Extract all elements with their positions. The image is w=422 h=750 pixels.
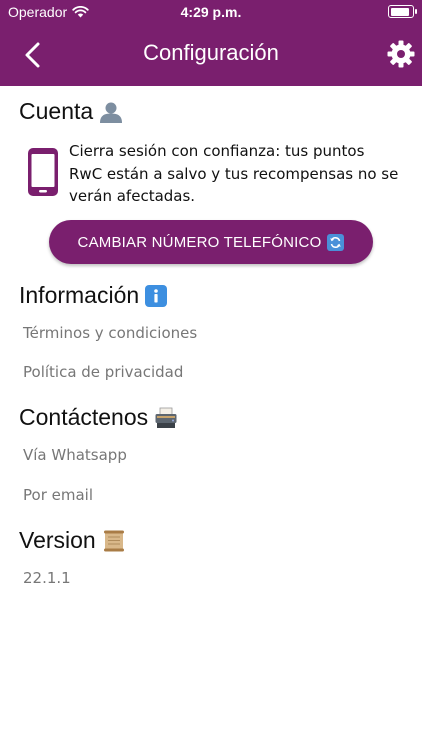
navigation-bar: Configuración <box>0 30 422 80</box>
version-title-text: Version <box>19 527 96 553</box>
email-link[interactable]: Por email <box>23 486 93 504</box>
account-title-text: Cuenta <box>19 98 94 124</box>
settings-button[interactable] <box>386 39 416 69</box>
change-phone-label: CAMBIAR NÚMERO TELEFÓNICO <box>77 233 322 251</box>
account-description: Cierra sesión con confianza: tus puntos … <box>69 142 399 205</box>
info-icon <box>145 284 168 307</box>
status-bar: Operador 4:29 p.m. <box>0 0 422 24</box>
version-section-title: Version <box>19 527 126 554</box>
scroll-icon <box>103 530 124 551</box>
terms-link[interactable]: Términos y condiciones <box>23 324 197 342</box>
phone-icon <box>28 148 58 196</box>
user-silhouette-icon <box>100 102 123 123</box>
version-number: 22.1.1 <box>23 569 71 587</box>
fax-machine-icon <box>155 407 177 428</box>
privacy-link[interactable]: Política de privacidad <box>23 363 183 381</box>
account-section-title: Cuenta <box>19 98 123 125</box>
change-phone-button[interactable]: CAMBIAR NÚMERO TELEFÓNICO <box>49 220 373 264</box>
contact-section-title: Contáctenos <box>19 404 178 431</box>
information-section-title: Información <box>19 282 168 309</box>
app-header: Operador 4:29 p.m. Configuración <box>0 0 422 86</box>
refresh-icon <box>327 233 345 251</box>
information-title-text: Información <box>19 282 140 308</box>
status-time: 4:29 p.m. <box>180 4 242 20</box>
whatsapp-link[interactable]: Vía Whatsapp <box>23 446 127 464</box>
battery-icon <box>388 5 417 18</box>
page-title: Configuración <box>143 40 279 65</box>
gear-icon <box>387 40 415 68</box>
contact-title-text: Contáctenos <box>19 404 149 430</box>
